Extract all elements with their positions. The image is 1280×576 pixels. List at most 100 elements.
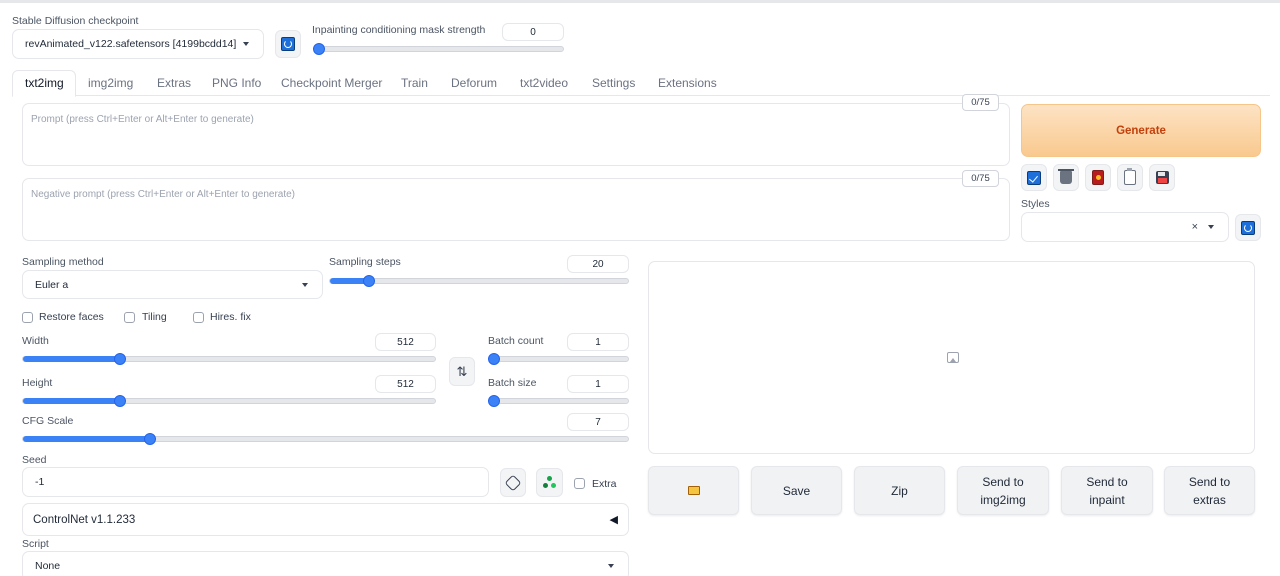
chevron-down-icon [243, 42, 249, 46]
send-to-img2img-button[interactable]: Send to img2img [957, 466, 1049, 515]
script-label: Script [22, 538, 49, 550]
apply-style-button[interactable] [1021, 164, 1047, 191]
width-label: Width [22, 335, 49, 347]
tab-png-info[interactable]: PNG Info [212, 76, 261, 90]
clear-prompt-button[interactable] [1053, 164, 1079, 191]
restore-faces-label: Restore faces [39, 311, 104, 323]
height-slider[interactable] [22, 395, 436, 407]
width-thumb[interactable] [113, 353, 126, 365]
batch-count-label: Batch count [488, 335, 544, 347]
tab-txt2img[interactable]: txt2img [25, 76, 64, 90]
send-extras-line1: Send to [1188, 474, 1231, 489]
hires-fix-checkbox[interactable] [193, 312, 204, 323]
batch-size-label: Batch size [488, 377, 537, 389]
cfg-scale-thumb[interactable] [144, 433, 157, 445]
inpaint-mask-thumb[interactable] [313, 43, 325, 55]
batch-count-thumb[interactable] [488, 353, 500, 365]
tab-checkpoint-merger[interactable]: Checkpoint Merger [281, 76, 382, 90]
seed-label: Seed [22, 454, 47, 466]
send-inpaint-line2: inpaint [1089, 492, 1125, 507]
chevron-down-icon [302, 282, 308, 287]
open-folder-button[interactable] [648, 466, 739, 515]
inpaint-mask-label: Inpainting conditioning mask strength [312, 24, 486, 36]
send-img2img-line1: Send to [982, 474, 1024, 489]
folder-icon [687, 486, 700, 495]
random-seed-button[interactable] [500, 468, 526, 497]
tab-settings[interactable]: Settings [592, 76, 635, 90]
batch-count-slider[interactable] [488, 353, 629, 365]
tab-txt2video[interactable]: txt2video [520, 76, 568, 90]
sampling-steps-slider[interactable] [329, 275, 629, 287]
tab-train[interactable]: Train [401, 76, 428, 90]
height-thumb[interactable] [113, 395, 126, 407]
checkpoint-value: revAnimated_v122.safetensors [4199bcdd14… [25, 38, 237, 50]
batch-count-number[interactable]: 1 [567, 333, 629, 351]
cfg-scale-number[interactable]: 7 [567, 413, 629, 431]
prompt-token-counter: 0/75 [962, 94, 999, 111]
zip-button[interactable]: Zip [854, 466, 945, 515]
tab-extensions[interactable]: Extensions [658, 76, 717, 90]
hires-fix-label: Hires. fix [210, 311, 251, 323]
tab-extras[interactable]: Extras [157, 76, 191, 90]
refresh-checkpoint-button[interactable] [275, 30, 301, 58]
tab-img2img[interactable]: img2img [88, 76, 133, 90]
send-to-inpaint-button[interactable]: Send to inpaint [1061, 466, 1153, 515]
styles-label: Styles [1021, 198, 1050, 210]
extra-seed-checkbox[interactable] [574, 478, 585, 489]
batch-size-slider[interactable] [488, 395, 629, 407]
checkmark-icon [1027, 170, 1041, 185]
top-border [0, 0, 1280, 3]
cfg-scale-label: CFG Scale [22, 415, 74, 427]
controlnet-accordion[interactable]: ControlNet v1.1.233 ◀ [22, 503, 629, 536]
inpaint-mask-slider[interactable] [313, 43, 564, 55]
send-img2img-line2: img2img [980, 492, 1026, 507]
output-gallery [648, 261, 1255, 454]
save-style-button[interactable] [1149, 164, 1175, 191]
save-button[interactable]: Save [751, 466, 842, 515]
sampling-steps-thumb[interactable] [362, 275, 375, 287]
tab-deforum[interactable]: Deforum [451, 76, 497, 90]
refresh-styles-button[interactable] [1235, 214, 1261, 241]
show-extra-networks-button[interactable] [1085, 164, 1111, 191]
negative-prompt-input[interactable]: Negative prompt (press Ctrl+Enter or Alt… [22, 178, 1010, 241]
prompt-input[interactable]: Prompt (press Ctrl+Enter or Alt+Enter to… [22, 103, 1010, 166]
sampling-steps-label: Sampling steps [329, 256, 401, 268]
width-slider[interactable] [22, 353, 436, 365]
paste-prompt-button[interactable] [1117, 164, 1143, 191]
inpaint-mask-number[interactable]: 0 [502, 23, 564, 41]
sampling-method-value: Euler a [35, 278, 69, 291]
tiling-label: Tiling [142, 311, 167, 323]
styles-dropdown[interactable]: × [1021, 212, 1229, 242]
height-label: Height [22, 377, 53, 389]
restore-faces-checkbox[interactable] [22, 312, 33, 323]
sampling-method-label: Sampling method [22, 256, 104, 268]
batch-size-number[interactable]: 1 [567, 375, 629, 393]
negative-prompt-token-counter: 0/75 [962, 170, 999, 187]
collapse-toggle-icon[interactable]: ◀ [610, 513, 618, 526]
swap-dimensions-button[interactable]: ⇅ [449, 357, 475, 386]
recycle-icon [543, 476, 556, 489]
width-fill [23, 356, 120, 362]
checkpoint-label: Stable Diffusion checkpoint [12, 15, 139, 27]
extra-seed-label: Extra [592, 478, 617, 490]
checkpoint-dropdown[interactable]: revAnimated_v122.safetensors [4199bcdd14… [12, 29, 264, 59]
reuse-seed-button[interactable] [536, 468, 563, 497]
height-number[interactable]: 512 [375, 375, 436, 393]
seed-input[interactable]: -1 [22, 467, 489, 497]
generate-button[interactable]: Generate [1021, 104, 1261, 157]
cfg-scale-slider[interactable] [22, 433, 629, 445]
send-to-extras-button[interactable]: Send to extras [1164, 466, 1255, 515]
refresh-icon [1241, 220, 1255, 235]
clear-styles-icon[interactable]: × [1192, 221, 1198, 233]
send-extras-line2: extras [1193, 492, 1226, 507]
tiling-checkbox[interactable] [124, 312, 135, 323]
chevron-down-icon [608, 564, 614, 568]
batch-size-thumb[interactable] [488, 395, 500, 407]
controlnet-title: ControlNet v1.1.233 [33, 514, 136, 526]
height-fill [23, 398, 120, 404]
send-inpaint-line1: Send to [1086, 474, 1128, 489]
width-number[interactable]: 512 [375, 333, 436, 351]
script-dropdown[interactable]: None [22, 551, 629, 576]
sampling-steps-number[interactable]: 20 [567, 255, 629, 273]
sampling-method-dropdown[interactable]: Euler a [22, 270, 323, 299]
